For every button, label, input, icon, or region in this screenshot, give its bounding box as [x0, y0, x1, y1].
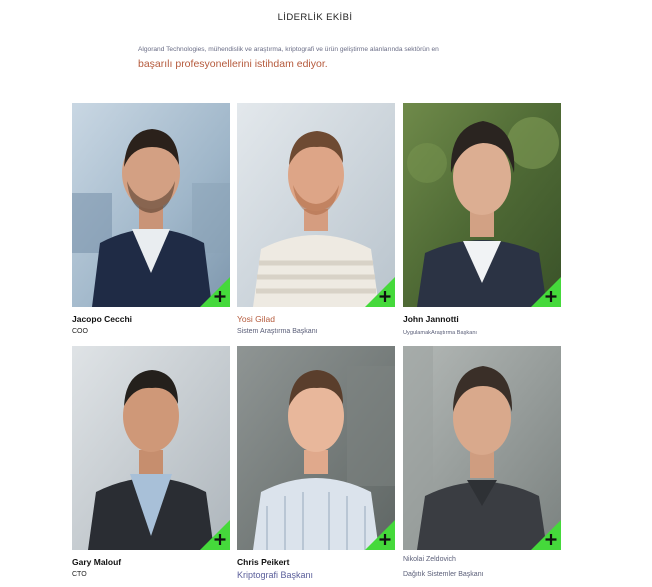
plus-icon[interactable] — [200, 277, 230, 307]
plus-icon[interactable] — [531, 520, 561, 550]
portrait-photo — [72, 103, 230, 307]
portrait-photo — [403, 103, 561, 307]
portrait-photo — [72, 346, 230, 550]
member-role: UygulamakAraştırma Başkanı — [403, 330, 477, 336]
member-role: Kriptografi Başkanı — [237, 570, 314, 580]
team-card-john-jannotti[interactable]: John Jannotti UygulamakAraştırma Başkanı — [403, 103, 561, 336]
member-name: Gary Malouf — [72, 557, 122, 567]
member-role: Dağıtık Sistemler Başkanı — [403, 571, 484, 578]
intro-text-large: başarılı profesyonellerini istihdam ediy… — [138, 58, 328, 70]
portrait-photo — [237, 103, 395, 307]
plus-icon[interactable] — [200, 520, 230, 550]
section-title: LİDERLİK EKİBİ — [277, 12, 353, 23]
portrait-photo — [237, 346, 395, 550]
portrait-photo — [403, 346, 561, 550]
team-card-yosi-gilad[interactable]: Yosi Gilad Sistem Araştırma Başkanı — [237, 103, 395, 335]
plus-icon[interactable] — [531, 277, 561, 307]
team-card-chris-peikert[interactable]: Chris Peikert Kriptografi Başkanı — [237, 346, 395, 580]
member-role: Sistem Araştırma Başkanı — [237, 328, 318, 335]
member-name: Jacopo Cecchi — [72, 314, 132, 324]
member-name: Chris Peikert — [237, 557, 290, 567]
team-card-nikolai-zeldovich[interactable]: Nikolai Zeldovich Dağıtık Sistemler Başk… — [403, 346, 561, 578]
plus-icon[interactable] — [365, 277, 395, 307]
team-card-jacopo-cecchi[interactable]: Jacopo Cecchi COO — [72, 103, 230, 335]
intro-text-small: Algorand Technologies, mühendislik ve ar… — [138, 46, 439, 53]
member-role: COO — [72, 328, 88, 335]
team-card-gary-malouf[interactable]: Gary Malouf CTO — [72, 346, 230, 578]
member-name: Nikolai Zeldovich — [403, 556, 456, 563]
member-role: CTO — [72, 571, 87, 578]
member-name: John Jannotti — [403, 314, 459, 324]
member-name: Yosi Gilad — [237, 314, 275, 324]
plus-icon[interactable] — [365, 520, 395, 550]
